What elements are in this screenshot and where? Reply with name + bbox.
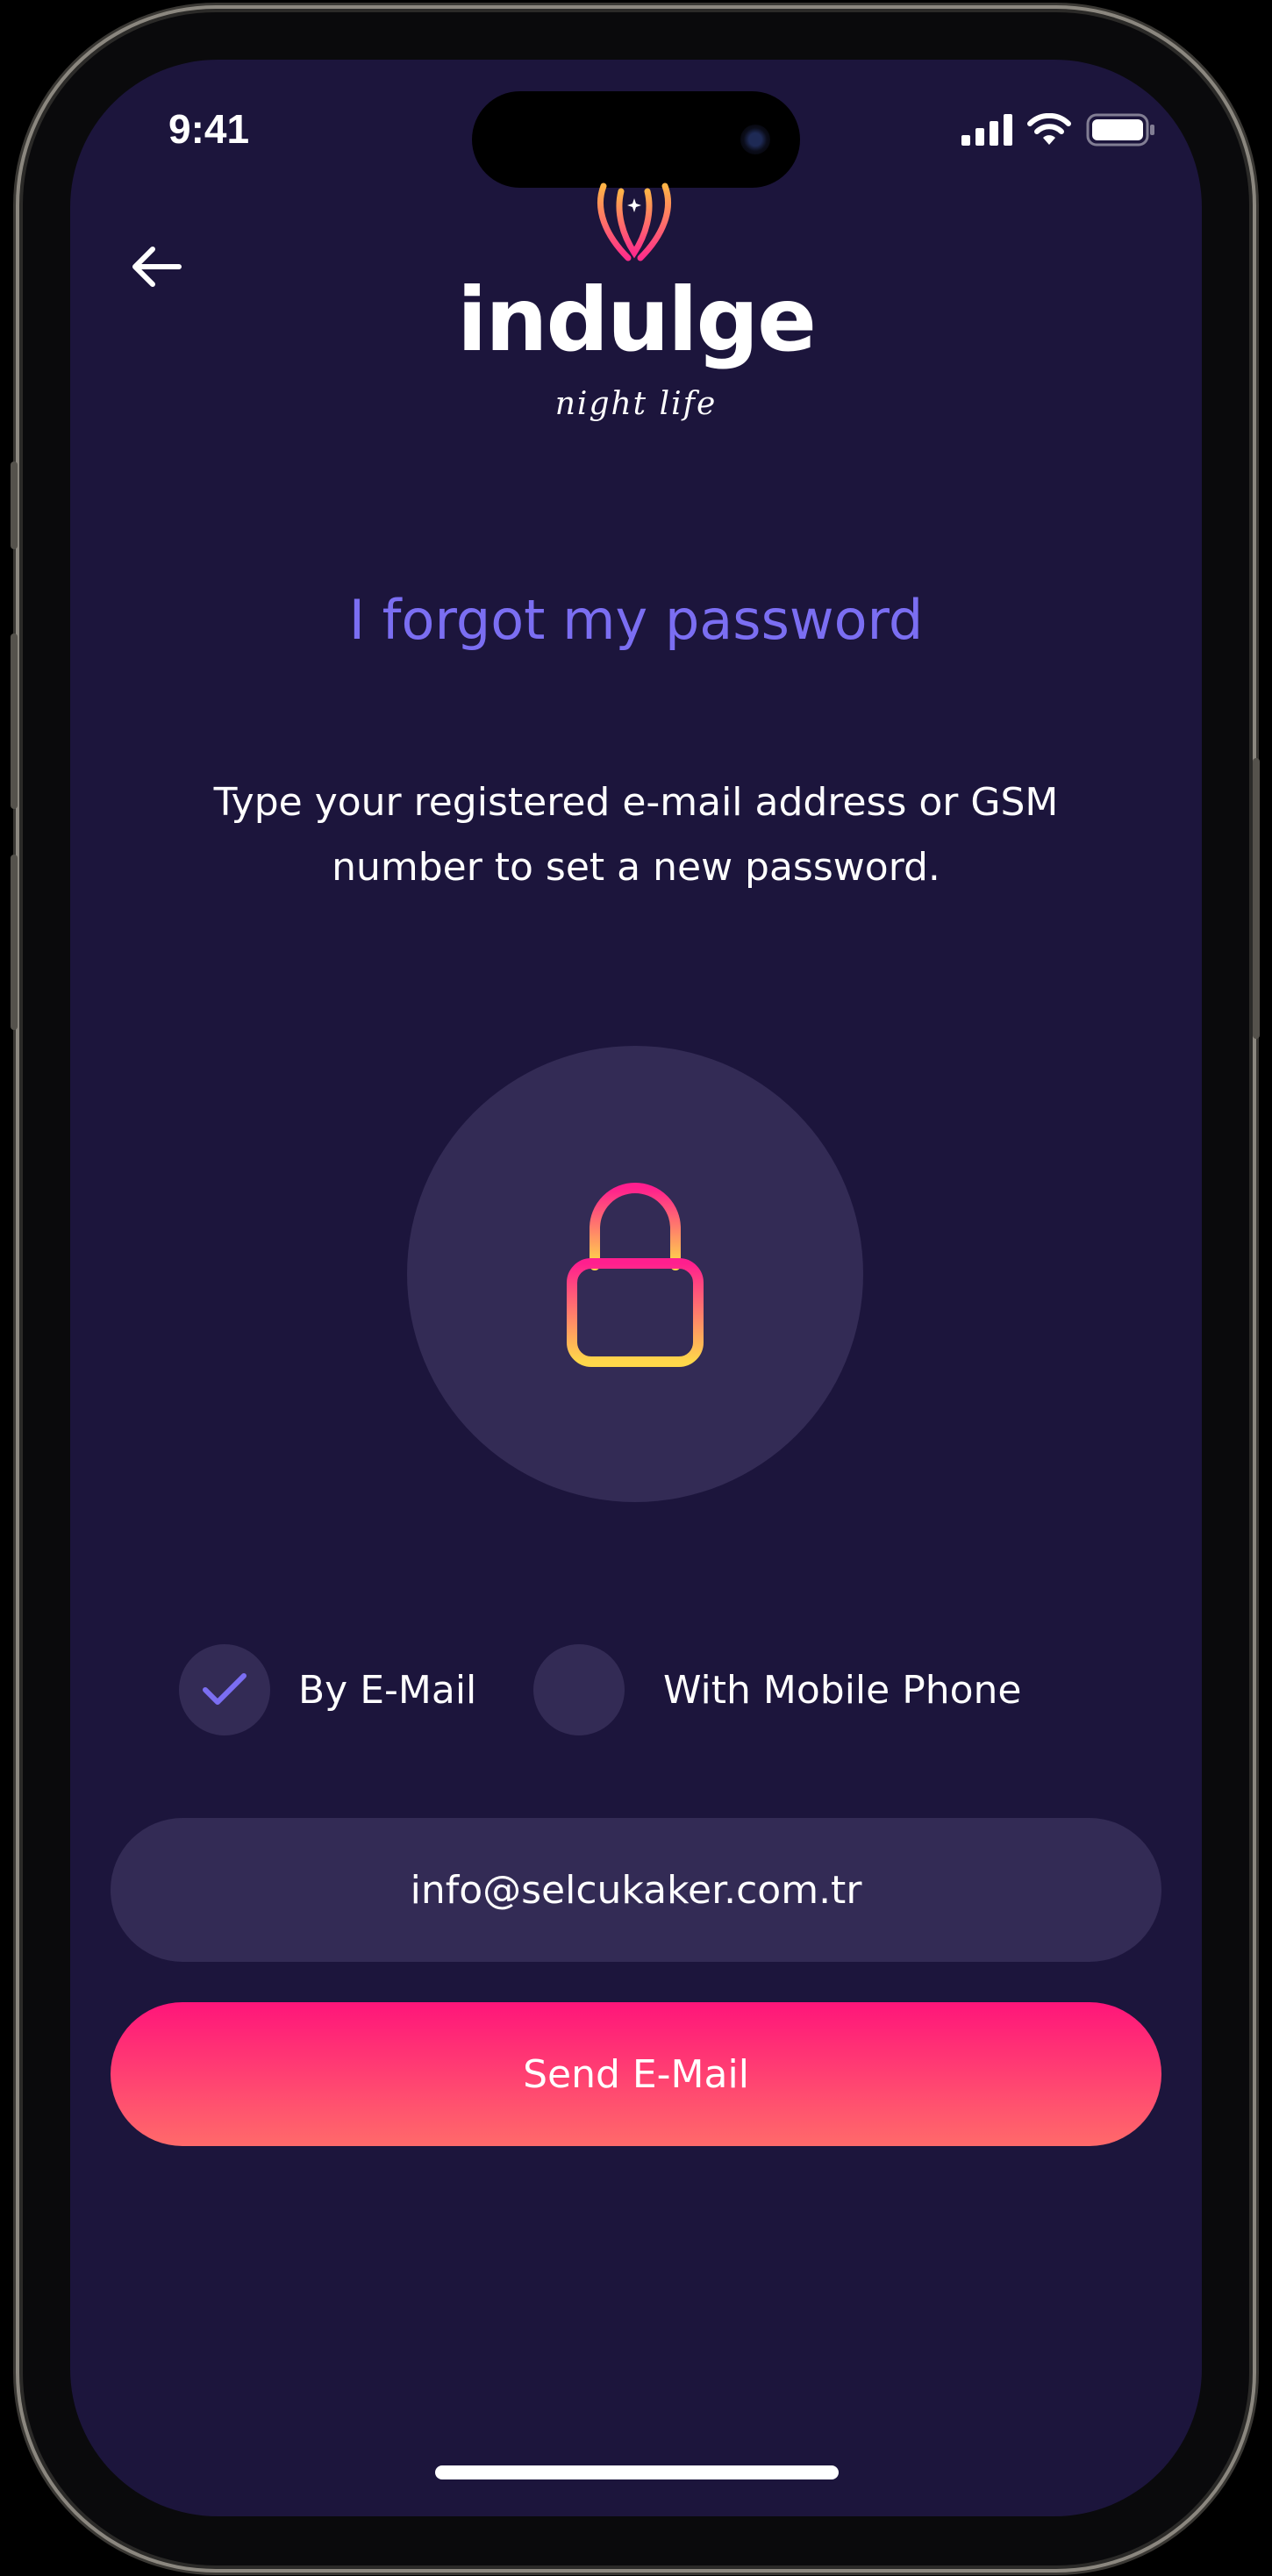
option-mobile-phone-label: With Mobile Phone bbox=[663, 1667, 1022, 1713]
option-mobile-phone[interactable]: With Mobile Phone bbox=[533, 1644, 1022, 1735]
wifi-icon bbox=[1026, 112, 1072, 150]
logo-tagline: night life bbox=[554, 386, 718, 422]
volume-down-button bbox=[11, 855, 18, 1030]
app-logo: indulge night life bbox=[70, 182, 1202, 446]
lock-illustration bbox=[407, 1046, 863, 1502]
app-screen: 9:41 indulge night life I forgot my pass… bbox=[70, 60, 1202, 2516]
status-icons bbox=[961, 112, 1156, 150]
dynamic-island bbox=[472, 91, 800, 188]
power-button bbox=[1253, 758, 1260, 1039]
option-mobile-phone-radio[interactable] bbox=[533, 1644, 625, 1735]
lock-icon bbox=[567, 1183, 704, 1367]
page-subtitle: Type your registered e-mail address or G… bbox=[213, 780, 1059, 890]
status-time: 9:41 bbox=[168, 106, 250, 152]
option-by-email-label: By E-Mail bbox=[298, 1667, 477, 1713]
recovery-method-options: By E-Mail With Mobile Phone bbox=[179, 1644, 1126, 1735]
front-camera bbox=[740, 125, 770, 154]
logo-emblem-icon bbox=[597, 182, 671, 261]
option-by-email[interactable]: By E-Mail bbox=[179, 1644, 476, 1735]
send-email-button-label: Send E-Mail bbox=[523, 2051, 749, 2097]
battery-icon bbox=[1086, 113, 1156, 150]
send-email-button[interactable]: Send E-Mail bbox=[111, 2002, 1161, 2146]
page-title: I forgot my password bbox=[348, 588, 924, 652]
home-indicator[interactable] bbox=[435, 2465, 839, 2479]
volume-up-button bbox=[11, 633, 18, 809]
signal-icon bbox=[961, 114, 1012, 149]
checkmark-icon bbox=[203, 1673, 247, 1705]
option-by-email-radio[interactable] bbox=[179, 1644, 270, 1735]
logo-wordmark: indulge bbox=[457, 268, 817, 371]
action-button bbox=[11, 462, 18, 549]
email-field-value: info@selcukaker.com.tr bbox=[410, 1867, 862, 1913]
email-field[interactable]: info@selcukaker.com.tr bbox=[111, 1818, 1161, 1962]
